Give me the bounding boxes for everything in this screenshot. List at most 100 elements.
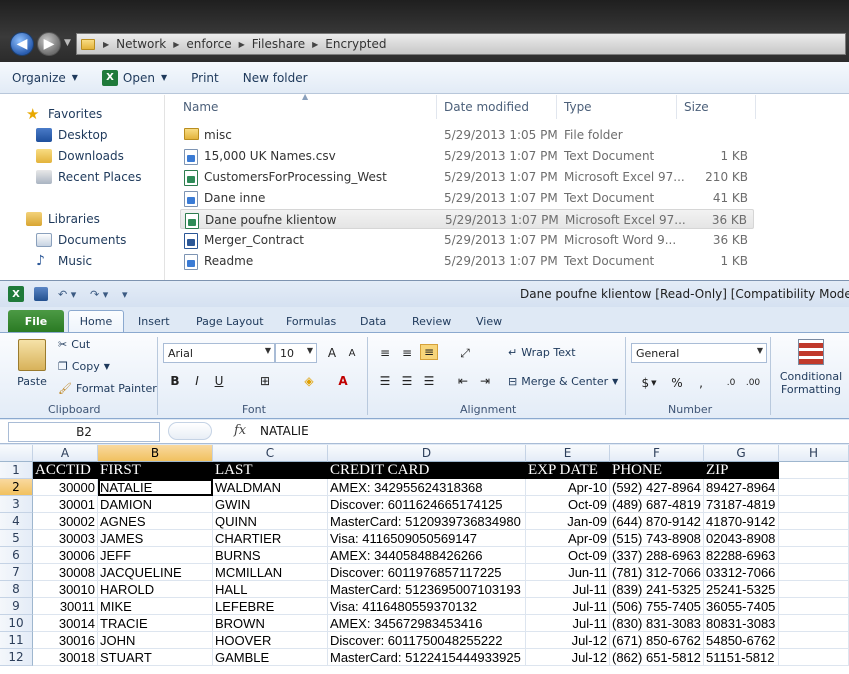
organize-button[interactable]: Organize ▼: [0, 65, 90, 91]
cell[interactable]: Jul-11: [526, 581, 610, 598]
cell[interactable]: Oct-09: [526, 496, 610, 513]
cell[interactable]: Jul-12: [526, 632, 610, 649]
file-row[interactable]: 15,000 UK Names.csv 5/29/2013 1:07 PM Text…: [180, 146, 754, 166]
cell[interactable]: (337) 288-6963: [610, 547, 704, 564]
cell[interactable]: CHARTIER: [213, 530, 328, 547]
column-size[interactable]: Size: [684, 100, 709, 114]
cell[interactable]: (671) 850-6762: [610, 632, 704, 649]
conditional-formatting-button[interactable]: Conditional Formatting: [776, 339, 846, 396]
align-left-icon[interactable]: ☰: [376, 373, 394, 389]
cell[interactable]: (839) 241-5325: [610, 581, 704, 598]
cell[interactable]: 30014: [33, 615, 98, 632]
cell[interactable]: (644) 870-9142: [610, 513, 704, 530]
cell[interactable]: 30003: [33, 530, 98, 547]
cell[interactable]: BURNS: [213, 547, 328, 564]
cell[interactable]: STUART: [98, 649, 213, 666]
cell[interactable]: MasterCard: 5120939736834980: [328, 513, 526, 530]
column-name[interactable]: Name: [183, 100, 218, 114]
cell[interactable]: 30000: [33, 479, 98, 496]
cell[interactable]: (506) 755-7405: [610, 598, 704, 615]
increase-indent-icon[interactable]: ⇥: [476, 373, 494, 389]
borders-icon[interactable]: ⊞: [256, 373, 274, 389]
cell[interactable]: WALDMAN: [213, 479, 328, 496]
decrease-decimal-icon[interactable]: .00: [744, 375, 762, 391]
align-top-icon[interactable]: ≡: [376, 345, 394, 361]
save-icon[interactable]: [34, 286, 48, 302]
cell[interactable]: GAMBLE: [213, 649, 328, 666]
excel-app-icon[interactable]: X: [8, 286, 24, 302]
cell[interactable]: [779, 615, 849, 632]
cell[interactable]: AGNES: [98, 513, 213, 530]
tab-insert[interactable]: Insert: [128, 310, 180, 332]
cell[interactable]: (862) 651-5812: [610, 649, 704, 666]
cell[interactable]: 51151-5812: [704, 649, 779, 666]
cell[interactable]: Jun-11: [526, 564, 610, 581]
fill-color-icon[interactable]: ◈: [300, 373, 318, 389]
cell[interactable]: 30006: [33, 547, 98, 564]
column-type[interactable]: Type: [564, 100, 592, 114]
cell[interactable]: DAMION: [98, 496, 213, 513]
file-row[interactable]: Dane poufne klientow 5/29/2013 1:07 PM Mic…: [180, 209, 754, 229]
comma-button[interactable]: ,: [692, 375, 710, 391]
cell[interactable]: Discover: 6011750048255222: [328, 632, 526, 649]
underline-icon[interactable]: U: [210, 373, 228, 389]
cell[interactable]: (781) 312-7066: [610, 564, 704, 581]
cell[interactable]: 30001: [33, 496, 98, 513]
open-button[interactable]: X Open ▼: [90, 65, 179, 91]
row-header[interactable]: 3: [0, 496, 33, 513]
cell[interactable]: Visa: 4116509050569147: [328, 530, 526, 547]
header-cell[interactable]: PHONE: [610, 462, 704, 479]
cell[interactable]: (592) 427-8964: [610, 479, 704, 496]
cell[interactable]: [779, 632, 849, 649]
forward-button[interactable]: ▶: [37, 32, 61, 56]
cell[interactable]: 02043-8908: [704, 530, 779, 547]
tab-data[interactable]: Data: [350, 310, 396, 332]
cell[interactable]: NATALIE: [98, 479, 213, 496]
cell[interactable]: AMEX: 345672983453416: [328, 615, 526, 632]
column-header-b[interactable]: B: [98, 445, 213, 462]
cell[interactable]: Discover: 6011624665174125: [328, 496, 526, 513]
cell[interactable]: 80831-3083: [704, 615, 779, 632]
cell[interactable]: Jul-11: [526, 615, 610, 632]
cell[interactable]: MIKE: [98, 598, 213, 615]
cell[interactable]: Oct-09: [526, 547, 610, 564]
tab-page-layout[interactable]: Page Layout: [186, 310, 274, 332]
cell[interactable]: 54850-6762: [704, 632, 779, 649]
cell[interactable]: 25241-5325: [704, 581, 779, 598]
font-color-icon[interactable]: A: [334, 373, 352, 389]
column-header-d[interactable]: D: [328, 445, 526, 462]
cell[interactable]: Visa: 4116480559370132: [328, 598, 526, 615]
cell[interactable]: [779, 496, 849, 513]
nav-music[interactable]: ♪ Music: [36, 251, 92, 271]
cell[interactable]: BROWN: [213, 615, 328, 632]
row-header[interactable]: 1: [0, 462, 33, 479]
address-bar[interactable]: ▶ Network ▶ enforce ▶ Fileshare ▶ Encryp…: [76, 33, 846, 55]
wrap-text-button[interactable]: ↵ Wrap Text: [508, 346, 576, 359]
row-header[interactable]: 7: [0, 564, 33, 581]
cell[interactable]: 36055-7405: [704, 598, 779, 615]
font-name-combo[interactable]: Arial ▼: [163, 343, 275, 363]
tab-formulas[interactable]: Formulas: [276, 310, 346, 332]
currency-button[interactable]: $ ▼: [636, 375, 662, 391]
cell[interactable]: Discover: 6011976857117225: [328, 564, 526, 581]
select-all-corner[interactable]: [0, 445, 33, 462]
file-row[interactable]: Merger_Contract 5/29/2013 1:07 PM Microsof…: [180, 230, 754, 250]
nav-favorites[interactable]: ★ Favorites: [26, 104, 102, 124]
cell[interactable]: HAROLD: [98, 581, 213, 598]
header-cell[interactable]: ZIP: [704, 462, 779, 479]
row-header[interactable]: 5: [0, 530, 33, 547]
cell[interactable]: 30011: [33, 598, 98, 615]
new-folder-button[interactable]: New folder: [231, 65, 320, 91]
breadcrumb-fileshare[interactable]: Fileshare: [252, 37, 305, 51]
cell[interactable]: [779, 479, 849, 496]
column-header-f[interactable]: F: [610, 445, 704, 462]
cell[interactable]: [779, 513, 849, 530]
row-header[interactable]: 10: [0, 615, 33, 632]
column-header-e[interactable]: E: [526, 445, 610, 462]
breadcrumb-enforce[interactable]: enforce: [186, 37, 231, 51]
file-row[interactable]: Readme 5/29/2013 1:07 PM Text Document 1 KB: [180, 251, 754, 271]
row-header[interactable]: 4: [0, 513, 33, 530]
column-date-modified[interactable]: Date modified: [444, 100, 529, 114]
header-cell[interactable]: CREDIT CARD: [328, 462, 526, 479]
cell[interactable]: 30018: [33, 649, 98, 666]
